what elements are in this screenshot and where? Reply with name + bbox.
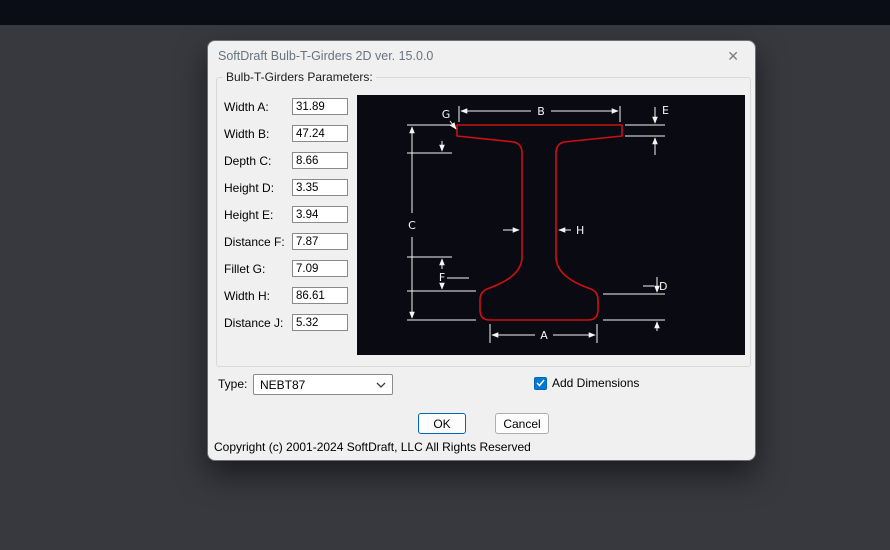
type-label: Type: xyxy=(218,377,247,391)
cancel-button[interactable]: Cancel xyxy=(495,413,549,434)
parameters-form: Width A: Width B: Depth C: Height D: Hei… xyxy=(224,98,355,341)
copyright-text: Copyright (c) 2001-2024 SoftDraft, LLC A… xyxy=(214,440,531,454)
dimension-labels: B E G C H F D A xyxy=(408,104,669,342)
desktop-background: SoftDraft Bulb-T-Girders 2D ver. 15.0.0 … xyxy=(0,0,890,550)
dialog-titlebar[interactable]: SoftDraft Bulb-T-Girders 2D ver. 15.0.0 … xyxy=(208,41,755,71)
dialog-title: SoftDraft Bulb-T-Girders 2D ver. 15.0.0 xyxy=(218,49,433,63)
chevron-down-icon xyxy=(376,382,386,388)
width-b-label: Width B: xyxy=(224,127,269,141)
top-dark-strip xyxy=(0,0,890,25)
field-row: Width H: xyxy=(224,287,355,306)
dimension-lines xyxy=(407,106,665,343)
parameters-group: Bulb-T-Girders Parameters: Width A: Widt… xyxy=(216,77,751,367)
distance-f-input[interactable] xyxy=(292,233,348,250)
dim-label-b: B xyxy=(537,105,545,118)
depth-c-label: Depth C: xyxy=(224,154,271,168)
height-e-label: Height E: xyxy=(224,208,273,222)
field-row: Fillet G: xyxy=(224,260,355,279)
ok-button[interactable]: OK xyxy=(418,413,466,434)
type-dropdown-value: NEBT87 xyxy=(260,378,305,392)
field-row: Depth C: xyxy=(224,152,355,171)
dim-label-d: D xyxy=(659,280,667,293)
dialog-window: SoftDraft Bulb-T-Girders 2D ver. 15.0.0 … xyxy=(207,40,756,461)
dim-label-g: G xyxy=(442,108,451,121)
width-a-label: Width A: xyxy=(224,100,269,114)
fillet-g-input[interactable] xyxy=(292,260,348,277)
distance-f-label: Distance F: xyxy=(224,235,285,249)
depth-c-input[interactable] xyxy=(292,152,348,169)
height-d-label: Height D: xyxy=(224,181,274,195)
distance-j-label: Distance J: xyxy=(224,316,283,330)
girder-diagram: B E G C H F D A xyxy=(357,95,745,355)
field-row: Distance F: xyxy=(224,233,355,252)
add-dimensions-checkbox[interactable]: Add Dimensions xyxy=(534,376,639,390)
add-dimensions-label: Add Dimensions xyxy=(552,376,639,390)
girder-preview: B E G C H F D A xyxy=(357,95,745,355)
height-e-input[interactable] xyxy=(292,206,348,223)
dim-label-a: A xyxy=(540,329,548,342)
dim-label-f: F xyxy=(439,271,445,284)
checkbox-checked-icon xyxy=(534,377,547,390)
width-a-input[interactable] xyxy=(292,98,348,115)
type-dropdown[interactable]: NEBT87 xyxy=(253,374,393,395)
dim-label-e: E xyxy=(662,104,669,117)
width-h-label: Width H: xyxy=(224,289,270,303)
field-row: Distance J: xyxy=(224,314,355,333)
parameters-group-label: Bulb-T-Girders Parameters: xyxy=(223,70,376,84)
checkmark-icon xyxy=(536,379,545,387)
girder-outline xyxy=(457,125,622,320)
width-h-input[interactable] xyxy=(292,287,348,304)
field-row: Height D: xyxy=(224,179,355,198)
dim-label-c: C xyxy=(408,219,416,232)
field-row: Height E: xyxy=(224,206,355,225)
width-b-input[interactable] xyxy=(292,125,348,142)
close-icon[interactable]: ✕ xyxy=(721,47,745,65)
fillet-g-label: Fillet G: xyxy=(224,262,265,276)
height-d-input[interactable] xyxy=(292,179,348,196)
dim-label-h: H xyxy=(576,224,584,237)
field-row: Width B: xyxy=(224,125,355,144)
field-row: Width A: xyxy=(224,98,355,117)
distance-j-input[interactable] xyxy=(292,314,348,331)
